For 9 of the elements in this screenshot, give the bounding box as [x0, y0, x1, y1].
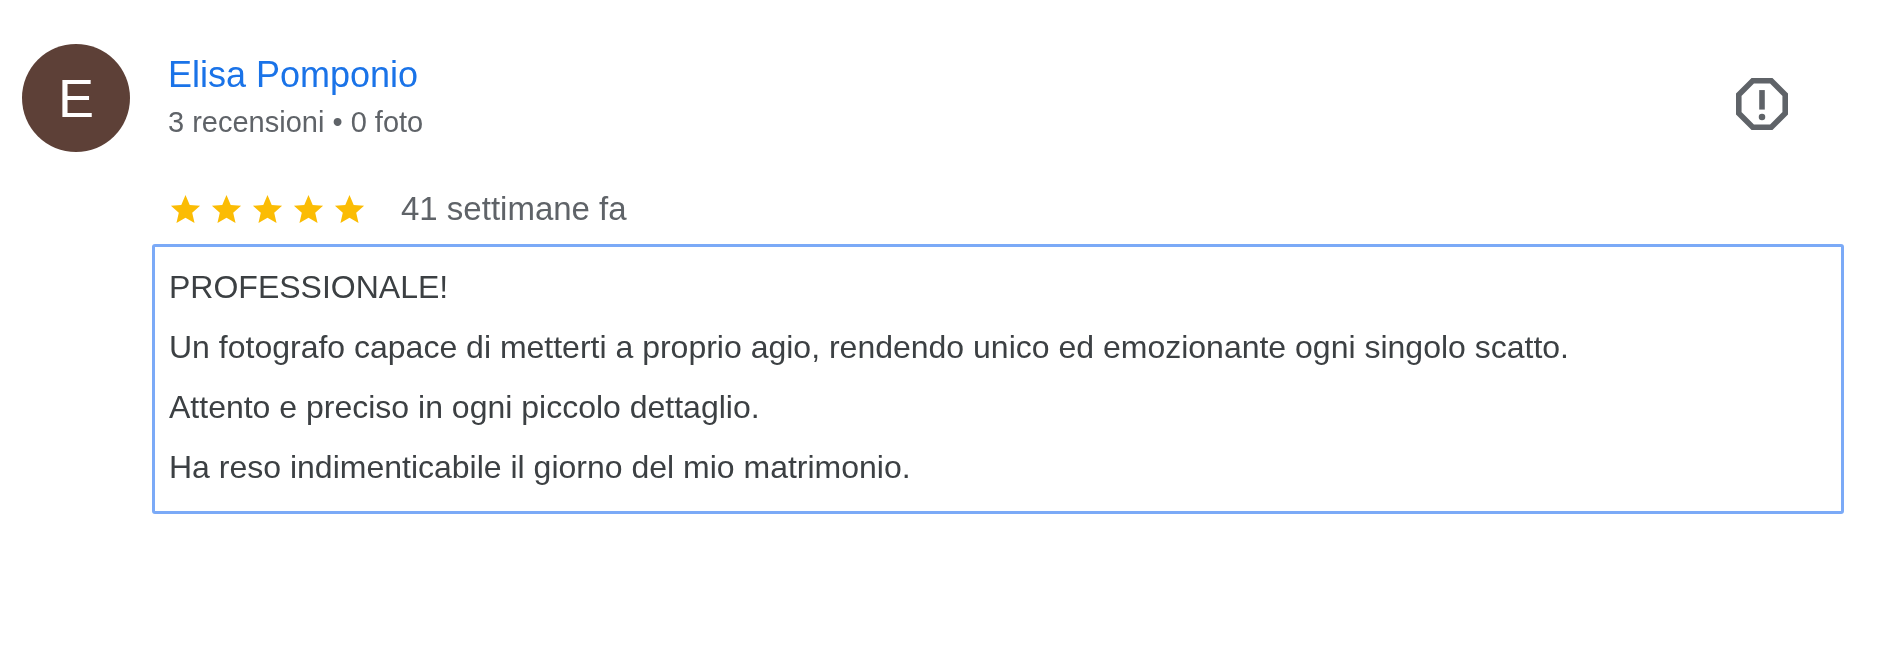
- author-meta: 3 recensioni • 0 foto: [168, 105, 424, 140]
- author-name-link[interactable]: Elisa Pomponio: [168, 52, 424, 98]
- avatar[interactable]: E: [22, 44, 130, 152]
- review-text: Ha reso indimenticabile il giorno del mio matrimonio.: [169, 448, 912, 487]
- review-time: 41 settimane fa: [401, 190, 627, 228]
- review-text: Attento e preciso in ogni piccolo dettaglio.: [169, 388, 761, 427]
- review-text: Un fotografo capace di metterti a proprio agio, rendendo unico ed emozionante ogni singolo scatto.: [169, 328, 1570, 367]
- review-text: PROFESSIONALE!: [169, 268, 450, 307]
- report-icon[interactable]: [1736, 78, 1788, 130]
